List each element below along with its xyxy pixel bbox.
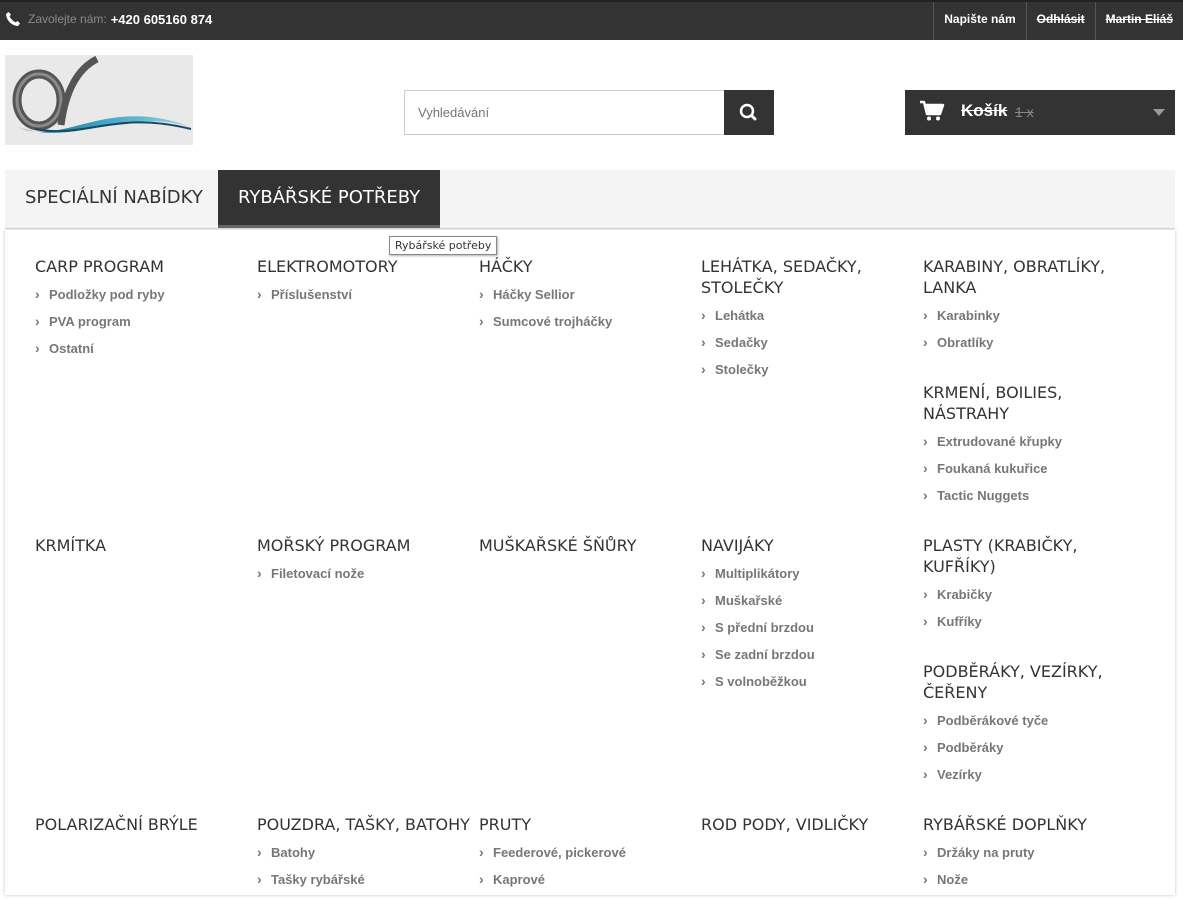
main-menu: SPECIÁLNÍ NABÍDKY RYBÁŘSKÉ POTŘEBY [5,170,1175,229]
category-title[interactable]: RYBÁŘSKÉ DOPLŇKY [923,814,1138,835]
subcategory-link[interactable]: Foukaná kukuřice [923,460,1103,488]
category-title[interactable]: POLARIZAČNÍ BRÝLE [35,814,250,835]
tab-special-offers[interactable]: SPECIÁLNÍ NABÍDKY [5,170,223,228]
account-links: Napište nám Odhlásit Martin Eliáš [933,2,1183,40]
call-label: Zavolejte nám: [28,12,107,26]
chevron-down-icon [1153,109,1165,116]
category-title[interactable]: MUŠKAŘSKÉ ŠŇŮRY [479,535,694,556]
cart-title: Košík [961,101,1008,120]
subcategory-link[interactable]: Podložky pod ryby [35,286,250,314]
subcategory-link[interactable]: Obratlíky [923,334,1123,362]
subcategory-link[interactable]: Držáky na pruty [923,844,1138,872]
subcategory-link[interactable]: Ostatní [35,340,250,368]
search-icon [739,103,757,121]
category-lehatka: LEHÁTKA, SEDAČKY, STOLEČKY Lehátka Sedač… [701,256,881,389]
subcategory-link[interactable]: Sedačky [701,334,881,362]
subcategory-link[interactable]: Krabičky [923,586,1103,614]
phone-number[interactable]: +420 605160 874 [111,12,213,27]
category-title[interactable]: KRMENÍ, BOILIES, NÁSTRAHY [923,382,1103,424]
category-dropdown-panel: CARP PROGRAM Podložky pod ryby PVA progr… [5,230,1175,895]
subcategory-link[interactable]: Kufříky [923,613,1103,641]
category-title[interactable]: PLASTY (KRABIČKY, KUFŘÍKY) [923,535,1103,577]
subcategory-link[interactable]: Háčky Sellior [479,286,694,314]
logout-link[interactable]: Odhlásit [1025,2,1095,40]
subcategory-link[interactable]: Příslušenství [257,286,472,314]
category-title[interactable]: PRUTY [479,814,694,835]
category-rybarske-doplnky: RYBÁŘSKÉ DOPLŇKY Držáky na pruty Nože [923,814,1138,899]
category-podberaky: PODBĚRÁKY, VEZÍRKY, ČEŘENY Podběrákové t… [923,661,1113,794]
cart-button[interactable]: Košík 1 x [905,90,1175,135]
subcategory-link[interactable]: Sumcové trojháčky [479,313,694,341]
category-title[interactable]: KRMÍTKA [35,535,250,556]
subcategory-link[interactable]: Vezírky [923,766,1113,794]
category-krmeni: KRMENÍ, BOILIES, NÁSTRAHY Extrudované kř… [923,382,1103,515]
subcategory-link[interactable]: Batohy [257,844,472,872]
category-title[interactable]: CARP PROGRAM [35,256,250,277]
phone-icon [6,12,20,26]
subcategory-link[interactable]: Extrudované křupky [923,433,1103,461]
subcategory-link[interactable]: Stolečky [701,361,881,389]
category-title[interactable]: ELEKTROMOTORY [257,256,472,277]
category-morsky-program: MOŘSKÝ PROGRAM Filetovací nože [257,535,472,593]
contact-info: Zavolejte nám: +420 605160 874 [4,11,212,27]
category-title[interactable]: POUZDRA, TAŠKY, BATOHY [257,814,472,835]
subcategory-link[interactable]: Multiplikátory [701,565,916,593]
subcategory-link[interactable]: Podběráky [923,739,1113,767]
category-title[interactable]: MOŘSKÝ PROGRAM [257,535,472,556]
category-title[interactable]: HÁČKY [479,256,694,277]
search-button[interactable] [724,90,774,135]
logo[interactable] [5,55,193,145]
search-input[interactable] [404,90,724,135]
subcategory-link[interactable]: Lehátka [701,307,881,335]
category-title[interactable]: NAVIJÁKY [701,535,916,556]
subcategory-link[interactable]: Tactic Nuggets [923,487,1103,515]
category-karabiny: KARABINY, OBRATLÍKY, LANKA Karabinky Obr… [923,256,1123,362]
subcategory-link[interactable]: Podběrákové tyče [923,712,1113,740]
category-title[interactable]: KARABINY, OBRATLÍKY, LANKA [923,256,1123,298]
top-bar: Zavolejte nám: +420 605160 874 Napište n… [0,0,1183,40]
subcategory-link[interactable]: Se zadní brzdou [701,646,916,674]
category-plasty: PLASTY (KRABIČKY, KUFŘÍKY) Krabičky Kufř… [923,535,1103,641]
category-krmitka: KRMÍTKA [35,535,250,556]
subcategory-link[interactable]: PVA program [35,313,250,341]
subcategory-link[interactable]: Muškařské [701,592,916,620]
contact-link[interactable]: Napište nám [933,2,1025,40]
subcategory-link[interactable]: Filetovací nože [257,565,472,593]
category-hacky: HÁČKY Háčky Sellior Sumcové trojháčky [479,256,694,341]
tab-fishing-supplies[interactable]: RYBÁŘSKÉ POTŘEBY [218,170,441,228]
category-carp-program: CARP PROGRAM Podložky pod ryby PVA progr… [35,256,250,368]
logo-graphic [12,55,192,133]
account-link[interactable]: Martin Eliáš [1094,2,1183,40]
cart-icon [920,100,945,121]
category-rod-pody: ROD PODY, VIDLIČKY [701,814,916,835]
category-title[interactable]: LEHÁTKA, SEDAČKY, STOLEČKY [701,256,881,298]
category-muskarske-snury: MUŠKAŘSKÉ ŠŇŮRY [479,535,694,556]
subcategory-link[interactable]: S volnoběžkou [701,673,916,701]
cart-count: 1 x [1015,104,1034,120]
category-title[interactable]: PODBĚRÁKY, VEZÍRKY, ČEŘENY [923,661,1113,703]
tooltip: Rybářské potřeby [389,236,498,255]
subcategory-link[interactable]: S přední brzdou [701,619,916,647]
category-pruty: PRUTY Feederové, pickerové Kaprové [479,814,694,899]
category-title[interactable]: ROD PODY, VIDLIČKY [701,814,916,835]
subcategory-link[interactable]: Feederové, pickerové [479,844,694,872]
category-polarizacni-bryle: POLARIZAČNÍ BRÝLE [35,814,250,835]
search-bar [404,90,774,135]
category-navijaky: NAVIJÁKY Multiplikátory Muškařské S před… [701,535,916,701]
subcategory-link[interactable]: Karabinky [923,307,1123,335]
category-elektromotory: ELEKTROMOTORY Příslušenství [257,256,472,314]
category-pouzdra: POUZDRA, TAŠKY, BATOHY Batohy Tašky rybá… [257,814,472,899]
